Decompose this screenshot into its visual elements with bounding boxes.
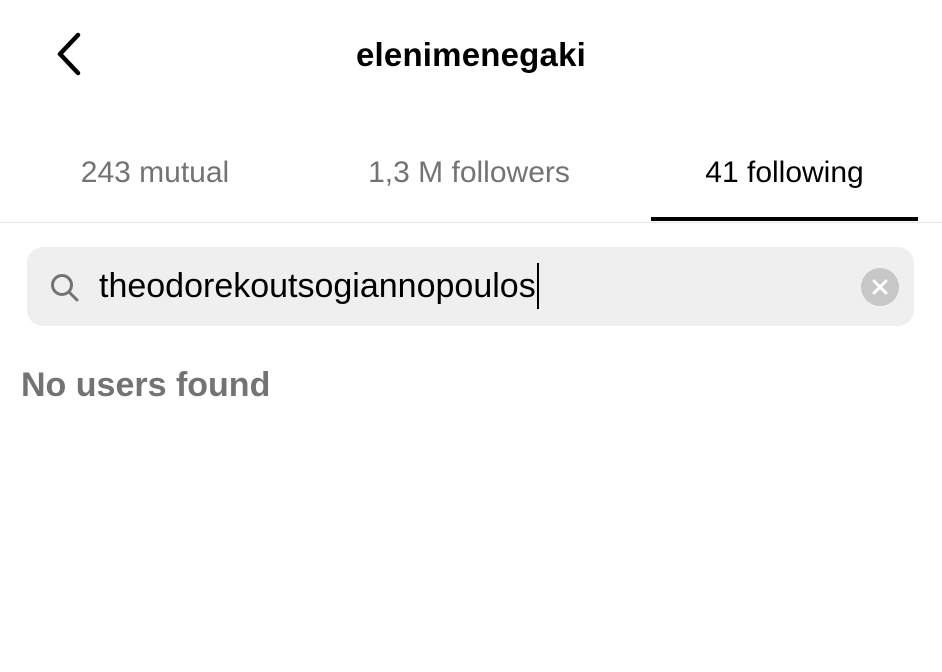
tab-mutual[interactable]: 243 mutual xyxy=(30,140,280,222)
tab-bar: 243 mutual 1,3 M followers 41 following xyxy=(0,140,942,223)
search-input-value: theodorekoutsogiannopoulos xyxy=(99,267,536,305)
close-icon xyxy=(872,279,888,295)
clear-search-button[interactable] xyxy=(861,268,899,306)
search-icon xyxy=(51,274,79,302)
top-bar: elenimenegaki xyxy=(0,0,942,110)
active-tab-indicator xyxy=(651,217,918,221)
search-bar[interactable]: theodorekoutsogiannopoulos xyxy=(27,247,914,326)
text-cursor xyxy=(536,263,539,310)
tab-followers[interactable]: 1,3 M followers xyxy=(340,140,598,222)
empty-results-message: No users found xyxy=(21,366,271,404)
tab-following[interactable]: 41 following xyxy=(651,140,918,222)
page-title: elenimenegaki xyxy=(355,36,587,73)
search-input[interactable]: theodorekoutsogiannopoulos xyxy=(99,247,839,326)
